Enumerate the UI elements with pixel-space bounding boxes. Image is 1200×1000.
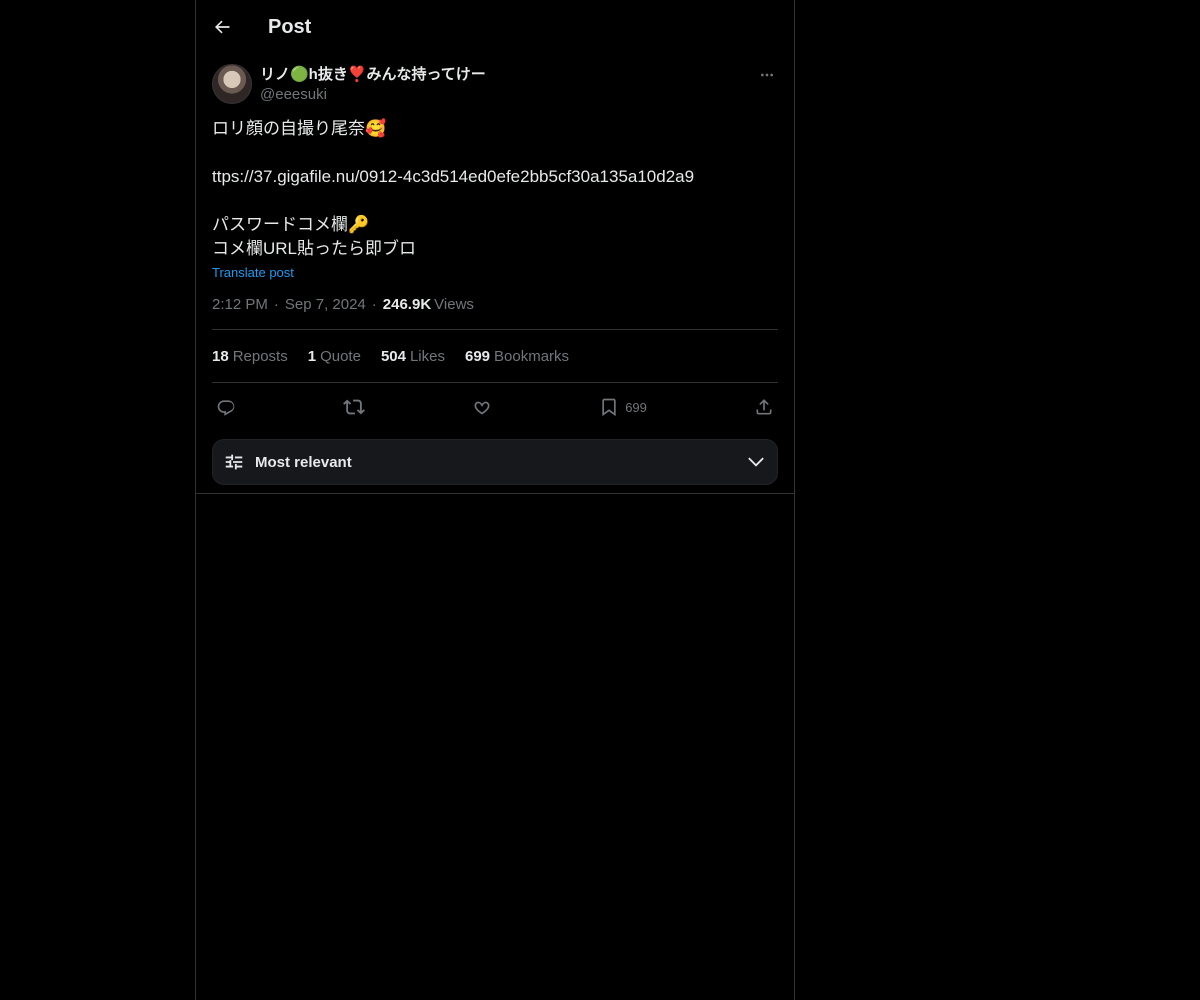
sort-label: Most relevant bbox=[255, 453, 352, 471]
reply-button[interactable] bbox=[216, 397, 236, 417]
post-line bbox=[212, 141, 778, 165]
page-title: Post bbox=[268, 15, 312, 38]
bookmarks-stat[interactable]: 699 Bookmarks bbox=[465, 348, 569, 365]
sort-replies-dropdown[interactable]: Most relevant bbox=[212, 439, 778, 485]
post-text: ロリ顔の自撮り尾奈🥰 ttps://37.gigafile.nu/0912-4c… bbox=[212, 117, 778, 261]
bookmarks-count: 699 bbox=[465, 347, 491, 365]
engagement-stats: 18 Reposts 1 Quote 504 Likes 699 Bookmarks bbox=[212, 330, 778, 383]
quote-count: 1 bbox=[307, 347, 317, 365]
bookmark-button[interactable]: 699 bbox=[599, 397, 647, 417]
reposts-count: 18 bbox=[212, 347, 229, 365]
share-icon bbox=[756, 399, 772, 415]
more-icon bbox=[761, 73, 773, 77]
heart-icon bbox=[474, 401, 490, 415]
post-time[interactable]: 2:12 PM bbox=[212, 296, 268, 313]
action-bar: 699 bbox=[212, 383, 778, 431]
likes-stat[interactable]: 504 Likes bbox=[381, 348, 445, 365]
post-line: コメ欄URL貼ったら即ブロ bbox=[212, 239, 417, 258]
post-line bbox=[212, 189, 778, 213]
separator-dot: · bbox=[273, 296, 279, 313]
back-button[interactable] bbox=[212, 17, 232, 37]
sliders-icon bbox=[225, 454, 243, 470]
quote-label: Quote bbox=[320, 347, 361, 365]
arrow-left-icon bbox=[215, 20, 230, 34]
translate-post-link[interactable]: Translate post bbox=[212, 265, 294, 280]
chevron-down-icon bbox=[748, 457, 764, 467]
author-names: リノ🟢h抜き❣️みんな持ってけー @eeesuki bbox=[260, 64, 486, 105]
bookmark-icon bbox=[602, 398, 616, 417]
more-options-button[interactable] bbox=[756, 64, 778, 86]
reposts-stat[interactable]: 18 Reposts bbox=[212, 348, 288, 365]
separator-dot: · bbox=[371, 296, 377, 313]
bookmark-count: 699 bbox=[625, 399, 647, 415]
header: Post bbox=[196, 0, 794, 54]
post-date[interactable]: Sep 7, 2024 bbox=[285, 296, 366, 313]
views-count: 246.9K bbox=[382, 296, 432, 313]
reply-icon bbox=[217, 400, 235, 416]
likes-count: 504 bbox=[380, 347, 406, 365]
main-column: Post リノ🟢h抜き❣️みんな持ってけー @eeesuki ロリ顔の自撮り尾奈… bbox=[195, 0, 795, 1000]
post-meta: 2:12 PM · Sep 7, 2024 · 246.9K Views bbox=[212, 296, 778, 330]
post-line: パスワードコメ欄🔑 bbox=[212, 215, 370, 234]
views-label: Views bbox=[434, 296, 474, 313]
like-button[interactable] bbox=[472, 397, 492, 417]
share-button[interactable] bbox=[754, 397, 774, 417]
handle[interactable]: @eeesuki bbox=[260, 85, 486, 105]
post: リノ🟢h抜き❣️みんな持ってけー @eeesuki ロリ顔の自撮り尾奈🥰 ttp… bbox=[196, 54, 794, 494]
reposts-label: Reposts bbox=[232, 347, 288, 365]
bookmarks-label: Bookmarks bbox=[494, 347, 570, 365]
author-row: リノ🟢h抜き❣️みんな持ってけー @eeesuki bbox=[212, 64, 778, 105]
post-line: ttps://37.gigafile.nu/0912-4c3d514ed0efe… bbox=[212, 167, 695, 186]
post-line: ロリ顔の自撮り尾奈🥰 bbox=[212, 119, 387, 138]
display-name[interactable]: リノ🟢h抜き❣️みんな持ってけー bbox=[260, 65, 486, 85]
avatar[interactable] bbox=[212, 64, 252, 104]
quotes-stat[interactable]: 1 Quote bbox=[308, 348, 361, 365]
repost-button[interactable] bbox=[343, 396, 365, 418]
likes-label: Likes bbox=[409, 347, 445, 365]
repost-icon bbox=[343, 399, 365, 415]
